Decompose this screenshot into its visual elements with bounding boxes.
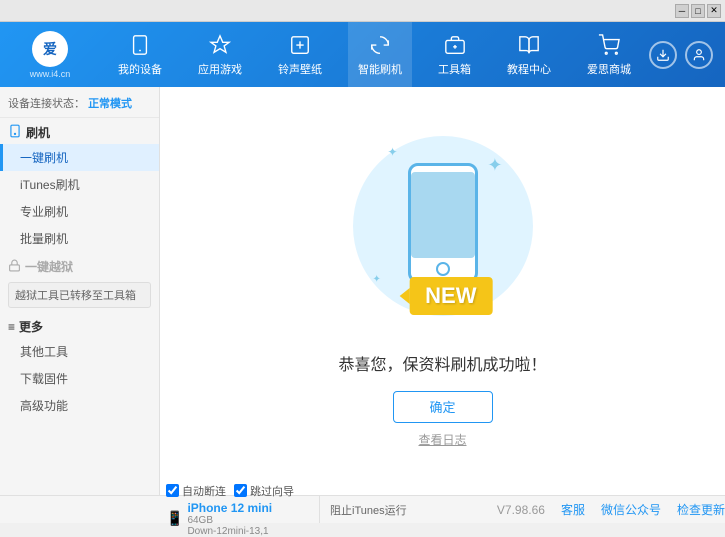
bottom-bar: 自动断连 跳过向导 📱 iPhone 12 mini 64GB Down-12m… [0, 495, 725, 523]
status-value: 正常模式 [88, 98, 132, 110]
skip-wizard-checkbox[interactable] [234, 484, 247, 497]
nav-ringtone[interactable]: 铃声壁纸 [268, 22, 332, 87]
bottom-middle-right: 阻止iTunes运行 V7.98.66 客服 微信公众号 检查更新 [320, 501, 725, 518]
logo-url: www.i4.cn [30, 69, 71, 79]
sidebar-item-other-tools[interactable]: 其他工具 [0, 338, 159, 365]
customer-service-link[interactable]: 客服 [561, 501, 585, 518]
tutorials-icon [517, 33, 541, 57]
new-ribbon-text: NEW [409, 277, 492, 315]
itunes-status-text: 阻止iTunes运行 [330, 505, 407, 517]
apps-games-icon [208, 33, 232, 57]
close-button[interactable]: ✕ [707, 4, 721, 18]
sidebar-section-flash: 刷机 [0, 118, 159, 144]
confirm-button[interactable]: 确定 [393, 391, 493, 423]
nav-my-device[interactable]: 我的设备 [108, 22, 172, 87]
header-right [649, 41, 725, 69]
bottom-sidebar-area: 自动断连 跳过向导 📱 iPhone 12 mini 64GB Down-12m… [160, 496, 320, 523]
more-icon: ≡ [8, 320, 15, 334]
device-status-bar: 设备连接状态： 正常模式 [0, 91, 159, 118]
version-text: V7.98.66 [497, 503, 545, 517]
nav-ringtone-label: 铃声壁纸 [278, 61, 322, 77]
auto-disconnect-checkbox[interactable] [166, 484, 179, 497]
sidebar-item-download-firmware[interactable]: 下载固件 [0, 365, 159, 392]
nav-shop[interactable]: 爱思商城 [577, 22, 641, 87]
skip-wizard-text: 跳过向导 [250, 483, 294, 499]
smart-flash-icon [368, 33, 392, 57]
view-log-link[interactable]: 查看日志 [418, 431, 466, 448]
sidebar-section-more: ≡ 更多 [0, 312, 159, 338]
jailbreak-notice: 越狱工具已转移至工具箱 [8, 282, 151, 308]
main-area: 设备连接状态： 正常模式 刷机 一键刷机 iTunes刷机 专业刷机 批量刷机 [0, 87, 725, 495]
wechat-link[interactable]: 微信公众号 [601, 501, 661, 518]
phone-screen [411, 172, 475, 258]
status-label: 设备连接状态： [8, 98, 85, 110]
lock-icon [8, 259, 21, 275]
sidebar-item-pro-flash[interactable]: 专业刷机 [0, 198, 159, 225]
content-area: ✦ ✦ ✦ NEW 恭喜您，保资料刷机成功啦！ 确定 查看日志 [160, 87, 725, 495]
nav-toolbox-label: 工具箱 [438, 61, 471, 77]
phone-home-button [436, 262, 450, 276]
check-update-link[interactable]: 检查更新 [677, 501, 725, 518]
nav-tutorials-label: 教程中心 [507, 61, 551, 77]
jailbreak-section-title: 一键越狱 [25, 258, 73, 275]
phone-body [408, 163, 478, 283]
logo-text: 爱 [43, 39, 57, 59]
sidebar: 设备连接状态： 正常模式 刷机 一键刷机 iTunes刷机 专业刷机 批量刷机 [0, 87, 160, 495]
nav-apps-label: 应用游戏 [198, 61, 242, 77]
nav-toolbox[interactable]: 工具箱 [428, 22, 481, 87]
sidebar-item-advanced[interactable]: 高级功能 [0, 392, 159, 419]
checkbox-row: 自动断连 跳过向导 [166, 483, 313, 499]
logo-icon: 爱 [32, 31, 68, 67]
nav-smart-flash[interactable]: 智能刷机 [348, 22, 412, 87]
flash-section-icon [8, 124, 22, 141]
new-badge: NEW [409, 277, 492, 315]
shop-icon [597, 33, 621, 57]
sparkle-3: ✦ [373, 274, 381, 285]
success-message: 恭喜您，保资料刷机成功啦！ [338, 351, 546, 375]
nav-items: 我的设备 应用游戏 铃声壁纸 智能刷机 工具箱 [100, 22, 649, 87]
sidebar-item-one-click-flash[interactable]: 一键刷机 [0, 144, 159, 171]
itunes-status-area: 阻止iTunes运行 [330, 502, 407, 518]
my-device-icon [128, 33, 152, 57]
device-row: 📱 iPhone 12 mini 64GB Down-12mini-13,1 [166, 501, 313, 537]
phone-illustration: ✦ ✦ ✦ NEW [333, 135, 553, 335]
toolbox-icon [443, 33, 467, 57]
download-button[interactable] [649, 41, 677, 69]
sparkle-1: ✦ [388, 145, 398, 159]
nav-apps-games[interactable]: 应用游戏 [188, 22, 252, 87]
bottom-right-links: V7.98.66 客服 微信公众号 检查更新 [497, 501, 725, 518]
nav-shop-label: 爱思商城 [587, 61, 631, 77]
minimize-button[interactable]: ─ [675, 4, 689, 18]
device-phone-icon: 📱 [166, 510, 183, 527]
sparkle-2: ✦ [487, 155, 502, 176]
logo-area: 爱 www.i4.cn [0, 22, 100, 87]
device-model: Down-12mini-13,1 [187, 526, 272, 537]
nav-my-device-label: 我的设备 [118, 61, 162, 77]
sidebar-section-jailbreak: 一键越狱 [0, 252, 159, 278]
device-storage: 64GB [187, 515, 272, 526]
title-bar: ─ □ ✕ [0, 0, 725, 22]
flash-section-title: 刷机 [26, 124, 50, 141]
nav-tutorials[interactable]: 教程中心 [497, 22, 561, 87]
auto-disconnect-label[interactable]: 自动断连 [166, 483, 226, 499]
nav-smart-flash-label: 智能刷机 [358, 61, 402, 77]
skip-wizard-label[interactable]: 跳过向导 [234, 483, 294, 499]
header: 爱 www.i4.cn 我的设备 应用游戏 铃声壁纸 智能刷机 [0, 22, 725, 87]
window-controls[interactable]: ─ □ ✕ [675, 4, 721, 18]
more-section-title: 更多 [19, 318, 43, 335]
auto-disconnect-text: 自动断连 [182, 483, 226, 499]
user-button[interactable] [685, 41, 713, 69]
ringtone-icon [288, 33, 312, 57]
maximize-button[interactable]: □ [691, 4, 705, 18]
sidebar-item-batch-flash[interactable]: 批量刷机 [0, 225, 159, 252]
device-name: iPhone 12 mini [187, 501, 272, 515]
device-details: iPhone 12 mini 64GB Down-12mini-13,1 [187, 501, 272, 537]
sidebar-item-itunes-flash[interactable]: iTunes刷机 [0, 171, 159, 198]
